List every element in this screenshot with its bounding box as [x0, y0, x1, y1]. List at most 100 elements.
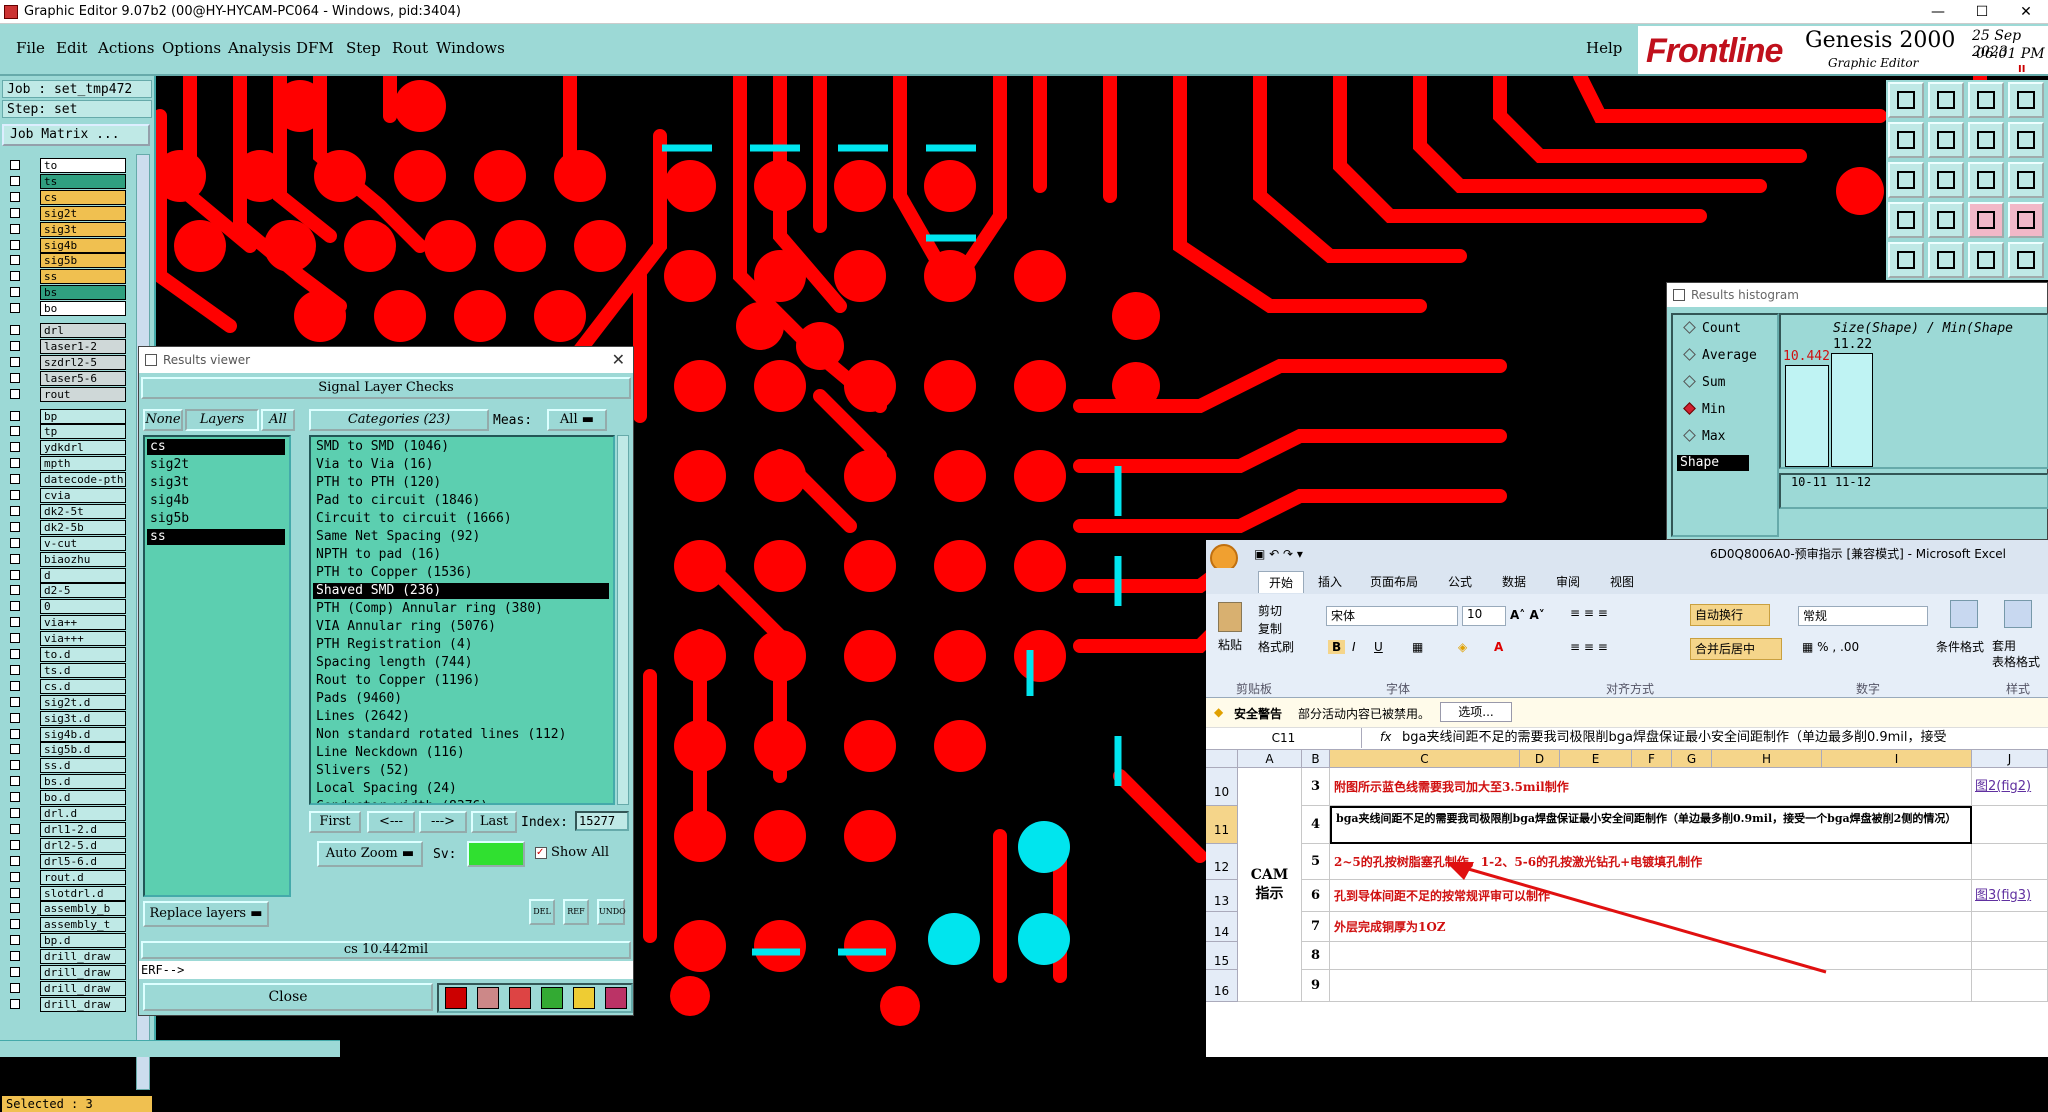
tool-edit-icon[interactable]: [1928, 242, 1964, 278]
layer-row[interactable]: ss: [4, 269, 126, 285]
layer-checkbox[interactable]: [10, 712, 20, 723]
layer-name[interactable]: cs.d: [40, 678, 126, 694]
layer-list-item[interactable]: cs: [147, 439, 285, 455]
layer-checkbox[interactable]: [10, 191, 20, 202]
auto-zoom-dropdown[interactable]: Auto Zoom ▬: [317, 841, 423, 867]
layer-checkbox[interactable]: [10, 728, 20, 739]
layer-name[interactable]: sig2t.d: [40, 694, 126, 710]
close-window-button[interactable]: ✕: [2004, 0, 2048, 24]
layer-row[interactable]: bp.d: [4, 933, 126, 949]
category-list-item[interactable]: Lines (2642): [313, 709, 609, 725]
layer-row[interactable]: 0: [4, 599, 126, 615]
layer-name[interactable]: assembly_b: [40, 901, 126, 917]
menu-analysis[interactable]: Analysis: [228, 39, 291, 57]
tool-select-icon[interactable]: [1888, 242, 1924, 278]
layer-row[interactable]: sig4b: [4, 237, 126, 253]
menu-step[interactable]: Step: [346, 39, 381, 57]
layer-name[interactable]: v-cut: [40, 535, 126, 551]
layer-checkbox[interactable]: [10, 458, 20, 469]
layer-name[interactable]: laser5-6: [40, 370, 126, 386]
layer-checkbox[interactable]: [10, 982, 20, 993]
layers-list[interactable]: cs sig2t sig3t sig4b sig5b ss: [143, 435, 291, 897]
tool-zoom-home-icon[interactable]: [1888, 82, 1924, 118]
layer-row[interactable]: ss.d: [4, 758, 126, 774]
tool-redraw-icon[interactable]: [1968, 122, 2004, 158]
layer-row[interactable]: cs.d: [4, 678, 126, 694]
category-list-item[interactable]: Slivers (52): [313, 763, 609, 779]
layer-name[interactable]: to.d: [40, 647, 126, 662]
layer-name[interactable]: drill_draw: [40, 996, 126, 1012]
layer-checkbox[interactable]: [10, 967, 20, 977]
layer-checkbox[interactable]: [10, 426, 20, 437]
layer-checkbox[interactable]: [10, 680, 20, 691]
layer-name[interactable]: to: [40, 158, 126, 173]
layer-checkbox[interactable]: [10, 871, 20, 882]
category-list-item[interactable]: Shaved SMD (236): [313, 583, 609, 599]
layer-row[interactable]: v-cut: [4, 535, 126, 551]
layer-row[interactable]: ts.d: [4, 662, 126, 678]
undo-button[interactable]: UNDO: [597, 899, 626, 925]
layer-row[interactable]: assembly_b: [4, 901, 126, 917]
layer-row[interactable]: d2-5: [4, 583, 126, 599]
layer-row[interactable]: drl: [4, 323, 126, 338]
layer-name[interactable]: datecode-pth: [40, 472, 126, 488]
layer-name[interactable]: ss: [40, 269, 126, 285]
layer-name[interactable]: sig4b.d: [40, 726, 126, 742]
layer-row[interactable]: laser5-6: [4, 370, 126, 386]
layer-name[interactable]: sig5b: [40, 253, 126, 269]
category-list-item[interactable]: Conductor width (8376): [313, 799, 609, 803]
option-sum[interactable]: Sum: [1683, 375, 1725, 390]
layer-checkbox[interactable]: [10, 839, 20, 850]
all-button[interactable]: All: [261, 409, 295, 431]
erf-input[interactable]: ERF-->: [139, 961, 633, 979]
minimize-button[interactable]: —: [1916, 0, 1960, 24]
layer-name[interactable]: sig2t: [40, 205, 126, 221]
category-list-item[interactable]: PTH to PTH (120): [313, 475, 609, 491]
layer-row[interactable]: ts: [4, 173, 126, 189]
layer-row[interactable]: bs.d: [4, 774, 126, 790]
layer-checkbox[interactable]: [10, 569, 20, 580]
layer-name[interactable]: rout.d: [40, 869, 126, 885]
prev-button[interactable]: <---: [367, 811, 415, 833]
layer-row[interactable]: rout.d: [4, 869, 126, 885]
layer-row[interactable]: sig5b: [4, 253, 126, 269]
histogram-bar-2[interactable]: [1831, 353, 1873, 467]
none-button[interactable]: None: [143, 409, 183, 431]
layer-checkbox[interactable]: [10, 388, 20, 399]
layer-name[interactable]: drl.d: [40, 806, 126, 821]
tool-help-icon[interactable]: [2008, 162, 2044, 198]
layer-row[interactable]: sig2t: [4, 205, 126, 221]
layer-name[interactable]: d2-5: [40, 583, 126, 599]
category-list-item[interactable]: SMD to SMD (1046): [313, 439, 609, 455]
layer-row[interactable]: cs: [4, 189, 126, 205]
layer-name[interactable]: ts: [40, 173, 126, 189]
tool-home-icon[interactable]: [1968, 82, 2004, 118]
show-all-checkbox[interactable]: ✓: [535, 847, 547, 859]
option-min[interactable]: Min: [1683, 402, 1725, 417]
layer-checkbox[interactable]: [10, 951, 20, 962]
cross-icon[interactable]: [509, 987, 531, 1009]
job-matrix-button[interactable]: Job Matrix ...: [2, 124, 150, 146]
layer-list-item[interactable]: sig2t: [147, 457, 285, 473]
next-button[interactable]: --->: [419, 811, 467, 833]
layer-name[interactable]: cs: [40, 189, 126, 205]
layer-row[interactable]: dk2-5b: [4, 519, 126, 535]
layer-name[interactable]: bo: [40, 301, 126, 317]
layer-name[interactable]: tp: [40, 424, 126, 440]
layer-checkbox[interactable]: [10, 935, 20, 946]
layer-name[interactable]: drl2-5.d: [40, 837, 126, 853]
layer-name[interactable]: laser1-2: [40, 338, 126, 354]
option-average[interactable]: Average: [1683, 348, 1757, 363]
layer-row[interactable]: sig4b.d: [4, 726, 126, 742]
category-list-item[interactable]: PTH (Comp) Annular ring (380): [313, 601, 609, 617]
layer-row[interactable]: rout: [4, 386, 126, 402]
layer-checkbox[interactable]: [10, 601, 20, 612]
layer-checkbox[interactable]: [10, 474, 20, 485]
layer-checkbox[interactable]: [10, 303, 20, 314]
tool-measure2-icon[interactable]: [2008, 202, 2044, 238]
layer-name[interactable]: slotdrl.d: [40, 885, 126, 901]
layer-name[interactable]: drl5-6.d: [40, 853, 126, 869]
layer-checkbox[interactable]: [10, 223, 20, 234]
menu-windows[interactable]: Windows: [436, 39, 505, 57]
layer-checkbox[interactable]: [10, 903, 20, 914]
